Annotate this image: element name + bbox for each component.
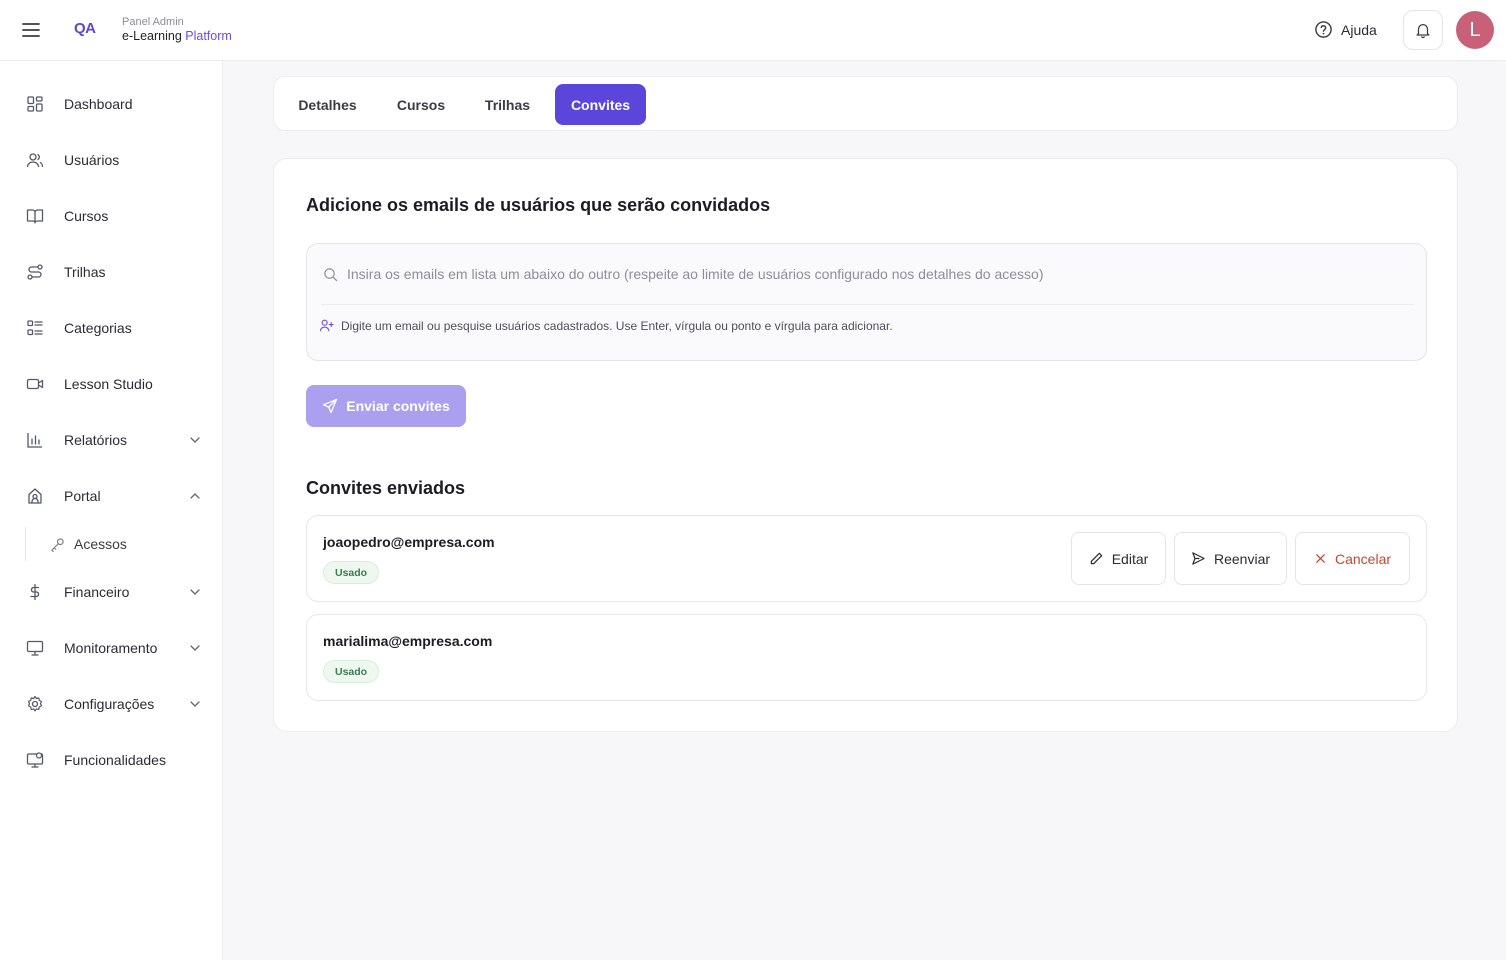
brand-title-main: e-Learning [122,29,182,43]
bell-icon [1416,23,1430,39]
sidebar-item-label: Funcionalidades [64,752,166,768]
send-invites-button[interactable]: Enviar convites [306,385,466,427]
gear-icon [27,695,43,712]
avatar[interactable]: L [1456,11,1494,49]
help-label: Ajuda [1341,21,1377,38]
sidebar-item-label: Cursos [64,208,109,224]
email-input-hint: Digite um email ou pesquise usuários cad… [341,319,893,333]
tab-convites[interactable]: Convites [555,84,646,125]
invite-row: joaopedro@empresa.com Usado Editar Reenv… [306,515,1427,602]
send-invites-label: Enviar convites [346,398,450,414]
cancel-label: Cancelar [1334,550,1392,567]
sidebar-item-label: Lesson Studio [64,376,153,392]
tab-cursos[interactable]: Cursos [381,84,461,125]
status-badge: Usado [323,660,380,683]
edit-button[interactable]: Editar [1071,532,1166,585]
sidebar-item-label: Configurações [64,696,155,712]
top-bar: QA Panel Admin e-Learning Platform Ajuda… [0,0,1506,61]
send-icon [1192,552,1205,565]
sidebar-item-label: Financeiro [64,584,130,600]
sidebar-item-categorias[interactable]: Categorias [0,306,223,350]
tab-detalhes[interactable]: Detalhes [284,84,371,125]
sidebar-item-usuarios[interactable]: Usuários [0,138,223,182]
dashboard-icon [27,96,43,112]
sidebar-subitem-acessos[interactable]: Acessos [50,527,127,561]
divider [321,304,1414,305]
email-input-placeholder[interactable]: Insira os emails em lista um abaixo do o… [347,266,1043,282]
user-plus-icon [319,319,334,332]
chevron-down-icon [190,645,200,651]
sidebar-item-financeiro[interactable]: Financeiro [0,570,223,614]
sidebar-item-cursos[interactable]: Cursos [0,194,223,238]
sidebar-subitem-label: Acessos [74,536,127,552]
sidebar-item-configuracoes[interactable]: Configurações [0,682,223,726]
portal-icon [28,488,42,504]
invite-email: marialima@empresa.com [323,633,493,649]
resend-label: Reenviar [1213,550,1271,567]
book-icon [26,209,44,224]
invites-card: Adicione os emails de usuários que serão… [273,158,1458,732]
video-icon [26,378,44,390]
menu-icon[interactable] [20,19,42,41]
invite-heading: Adicione os emails de usuários que serão… [306,195,771,215]
sidebar-item-relatorios[interactable]: Relatórios [0,418,223,462]
invite-row: marialima@empresa.com Usado [306,614,1427,701]
brand-title: e-Learning Platform [122,29,232,43]
pencil-icon [1090,552,1102,565]
sidebar-item-trilhas[interactable]: Trilhas [0,250,223,294]
sidebar-item-dashboard[interactable]: Dashboard [0,82,223,126]
help-icon [1315,21,1332,38]
notifications-button[interactable] [1403,10,1443,50]
sidebar-item-monitoramento[interactable]: Monitoramento [0,626,223,670]
features-icon [26,752,44,768]
invite-email: joaopedro@empresa.com [323,534,495,550]
sent-invites-heading: Convites enviados [306,478,466,498]
search-icon [324,268,338,282]
brand-title-accent: Platform [185,29,232,43]
status-badge: Usado [323,561,380,584]
monitor-icon [26,640,44,656]
sidebar-item-lesson-studio[interactable]: Lesson Studio [0,362,223,406]
dollar-icon [30,583,40,601]
tabs-bar: Detalhes Cursos Trilhas Convites [273,76,1458,131]
sidebar-item-label: Categorias [64,320,132,336]
logo[interactable]: QA [74,20,96,37]
sidebar: Dashboard Usuários Cursos Trilhas Catego… [0,61,223,960]
sidebar-item-label: Usuários [64,152,120,168]
resend-button[interactable]: Reenviar [1174,532,1287,585]
route-icon [27,264,43,280]
sidebar-item-label: Dashboard [64,96,133,112]
email-input-box[interactable]: Insira os emails em lista um abaixo do o… [306,243,1427,361]
list-icon [27,320,43,336]
sidebar-item-label: Relatórios [64,432,128,448]
submenu-rule [25,527,26,561]
brand: Panel Admin e-Learning Platform [122,15,232,43]
chevron-down-icon [190,701,200,707]
sidebar-item-label: Portal [64,488,101,504]
tab-trilhas[interactable]: Trilhas [471,84,544,125]
edit-label: Editar [1111,550,1149,567]
sidebar-item-funcionalidades[interactable]: Funcionalidades [0,738,223,782]
users-icon [26,153,44,168]
send-icon [323,398,338,414]
chevron-down-icon [190,589,200,595]
close-icon [1316,554,1325,563]
cancel-button[interactable]: Cancelar [1295,532,1410,585]
sidebar-item-label: Trilhas [64,264,106,280]
sidebar-item-portal[interactable]: Portal [0,474,223,518]
brand-subtitle: Panel Admin [122,16,184,28]
bar-chart-icon [27,433,42,448]
sidebar-item-label: Monitoramento [64,640,158,656]
help-button[interactable]: Ajuda [1314,20,1377,39]
chevron-up-icon [190,493,200,499]
chevron-down-icon [190,437,200,443]
key-icon [51,537,64,552]
